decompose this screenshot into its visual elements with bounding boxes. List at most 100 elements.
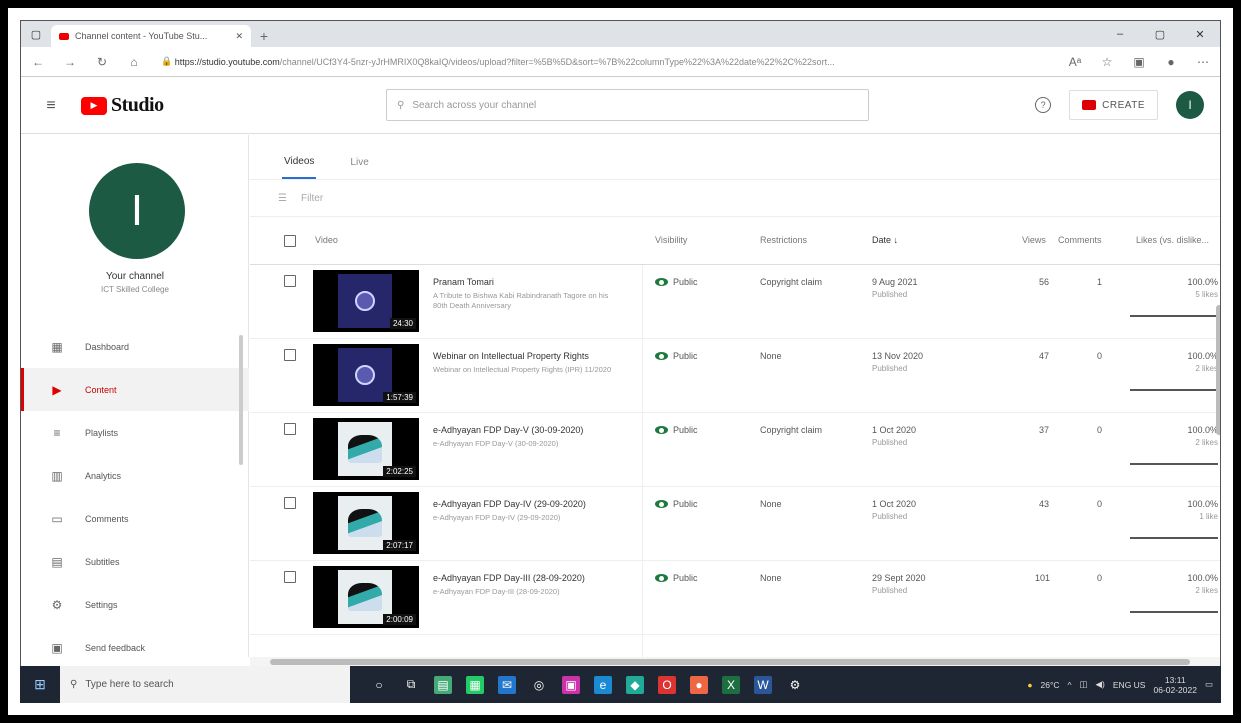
video-thumbnail[interactable]: 1:57:39 xyxy=(313,344,419,406)
table-row[interactable]: 1:57:39 Webinar on Intellectual Property… xyxy=(250,339,1220,413)
table-row[interactable]: 24:30 Pranam Tomari A Tribute to Bishwa … xyxy=(250,265,1220,339)
new-tab-button[interactable]: + xyxy=(251,25,277,47)
sidebar-item-comments[interactable]: ▭ Comments xyxy=(21,497,249,540)
taskbar-search-input[interactable]: ⚲ Type here to search xyxy=(60,666,350,703)
cortana-icon[interactable]: ○ xyxy=(370,676,388,694)
column-restrictions[interactable]: Restrictions xyxy=(760,235,807,245)
restrictions-value[interactable]: None xyxy=(760,499,782,509)
app-icon[interactable]: ◆ xyxy=(626,675,644,694)
video-thumbnail[interactable]: 2:02:25 xyxy=(313,418,419,480)
minimize-icon[interactable]: – xyxy=(1100,21,1140,47)
visibility-public[interactable]: Public xyxy=(655,425,698,435)
reload-icon[interactable]: ↻ xyxy=(91,55,113,69)
collections-icon[interactable]: ▣ xyxy=(1128,55,1150,69)
window-menu-icon[interactable]: ▢ xyxy=(21,21,51,47)
visibility-public[interactable]: Public xyxy=(655,351,698,361)
sidebar-item-feedback[interactable]: ▣ Send feedback xyxy=(21,626,249,669)
video-thumbnail[interactable]: 2:00:09 xyxy=(313,566,419,628)
calculator-icon[interactable]: ▦ xyxy=(466,675,484,694)
home-icon[interactable]: ⌂ xyxy=(123,55,145,69)
tab-videos[interactable]: Videos xyxy=(282,145,317,179)
sidebar-item-playlists[interactable]: ≡ Playlists xyxy=(21,411,249,454)
browser-tab[interactable]: Channel content - YouTube Stu... ✕ xyxy=(51,25,251,47)
opera-icon[interactable]: O xyxy=(658,675,676,694)
column-visibility[interactable]: Visibility xyxy=(655,235,687,245)
table-row[interactable]: 2:07:17 e-Adhyayan FDP Day-IV (29-09-202… xyxy=(250,487,1220,561)
close-window-icon[interactable]: ✕ xyxy=(1180,21,1220,47)
sidebar-item-analytics[interactable]: ▥ Analytics xyxy=(21,454,249,497)
favorite-star-icon[interactable]: ☆ xyxy=(1096,55,1118,69)
photos-icon[interactable]: ▣ xyxy=(562,675,580,694)
hamburger-menu-icon[interactable]: ≡ xyxy=(21,97,81,115)
profile-icon[interactable]: ● xyxy=(1160,55,1182,69)
column-date[interactable]: Date ↓ xyxy=(872,235,898,245)
settings-icon[interactable]: ⚙ xyxy=(786,676,804,694)
restrictions-value[interactable]: Copyright claim xyxy=(760,277,822,287)
table-row[interactable]: 2:00:09 e-Adhyayan FDP Day-III (28-09-20… xyxy=(250,561,1220,635)
row-checkbox[interactable] xyxy=(284,423,296,435)
read-aloud-icon[interactable]: Aᵃ xyxy=(1064,55,1086,69)
horizontal-scroll-thumb[interactable] xyxy=(270,659,1190,665)
video-title[interactable]: e-Adhyayan FDP Day-III (28-09-2020) xyxy=(433,573,613,583)
forward-icon[interactable]: → xyxy=(59,55,81,69)
sidebar-item-settings[interactable]: ⚙ Settings xyxy=(21,583,249,626)
clock[interactable]: 13:11 06-02-2022 xyxy=(1153,675,1196,695)
weather-temp[interactable]: 26°C xyxy=(1040,680,1059,690)
windows-start-icon[interactable]: ⊞ xyxy=(20,666,60,703)
edge-browser-icon[interactable]: e xyxy=(594,675,612,694)
task-view-icon[interactable]: ⧉ xyxy=(402,676,420,694)
account-avatar[interactable]: I xyxy=(1176,91,1204,119)
row-checkbox[interactable] xyxy=(284,497,296,509)
visibility-public[interactable]: Public xyxy=(655,573,698,583)
channel-avatar[interactable]: I xyxy=(89,163,185,259)
video-thumbnail[interactable]: 2:07:17 xyxy=(313,492,419,554)
sidebar-item-subtitles[interactable]: ▤ Subtitles xyxy=(21,540,249,583)
video-title[interactable]: e-Adhyayan FDP Day-V (30-09-2020) xyxy=(433,425,613,435)
search-input[interactable]: ⚲ Search across your channel xyxy=(386,89,869,121)
video-title[interactable]: Pranam Tomari xyxy=(433,277,613,287)
restrictions-value[interactable]: None xyxy=(760,351,782,361)
visibility-public[interactable]: Public xyxy=(655,277,698,287)
restrictions-value[interactable]: Copyright claim xyxy=(760,425,822,435)
column-views[interactable]: Views xyxy=(1022,235,1046,245)
maximize-icon[interactable]: ▢ xyxy=(1140,21,1180,47)
tray-chevron-icon[interactable]: ^ xyxy=(1067,680,1071,690)
column-comments[interactable]: Comments xyxy=(1058,235,1102,245)
sidebar-item-dashboard[interactable]: ▦ Dashboard xyxy=(21,325,249,368)
close-tab-icon[interactable]: ✕ xyxy=(235,31,243,42)
create-button[interactable]: CREATE xyxy=(1069,90,1158,120)
sidebar-item-content[interactable]: ▶ Content xyxy=(21,368,249,411)
word-icon[interactable]: W xyxy=(754,675,772,694)
network-icon[interactable]: ◫ xyxy=(1079,679,1087,690)
more-menu-icon[interactable]: ⋯ xyxy=(1192,55,1214,69)
help-icon[interactable]: ? xyxy=(1035,97,1052,113)
chrome-icon[interactable]: ◎ xyxy=(530,676,548,694)
url-field[interactable]: 🔒 https://studio.youtube.com/channel/UCf… xyxy=(155,52,1054,72)
volume-icon[interactable]: ◀) xyxy=(1096,679,1105,690)
column-likes[interactable]: Likes (vs. dislike... xyxy=(1136,235,1209,245)
media-icon[interactable]: ● xyxy=(690,675,708,694)
table-row[interactable]: 2:02:25 e-Adhyayan FDP Day-V (30-09-2020… xyxy=(250,413,1220,487)
video-title[interactable]: Webinar on Intellectual Property Rights xyxy=(433,351,613,361)
tab-live[interactable]: Live xyxy=(348,145,370,179)
studio-logo[interactable]: ▶ Studio xyxy=(81,94,164,117)
restrictions-value[interactable]: None xyxy=(760,573,782,583)
row-checkbox[interactable] xyxy=(284,571,296,583)
row-checkbox[interactable] xyxy=(284,349,296,361)
file-manager-icon[interactable]: ▤ xyxy=(434,675,452,694)
row-checkbox[interactable] xyxy=(284,275,296,287)
video-thumbnail[interactable]: 24:30 xyxy=(313,270,419,332)
visibility-public[interactable]: Public xyxy=(655,499,698,509)
weather-icon[interactable]: ● xyxy=(1027,680,1032,690)
sidebar-scrollbar[interactable] xyxy=(239,335,243,465)
content-vertical-scrollbar[interactable] xyxy=(1216,305,1220,435)
back-icon[interactable]: ← xyxy=(27,55,49,69)
select-all-checkbox[interactable] xyxy=(284,235,296,247)
notifications-icon[interactable]: ▭ xyxy=(1205,679,1213,690)
excel-icon[interactable]: X xyxy=(722,675,740,694)
filter-bar[interactable]: ☰ Filter xyxy=(250,179,1220,217)
video-title[interactable]: e-Adhyayan FDP Day-IV (29-09-2020) xyxy=(433,499,613,509)
mail-icon[interactable]: ✉ xyxy=(498,675,516,694)
filter-icon[interactable]: ☰ xyxy=(278,193,287,204)
lang-indicator[interactable]: ENG US xyxy=(1113,680,1146,690)
